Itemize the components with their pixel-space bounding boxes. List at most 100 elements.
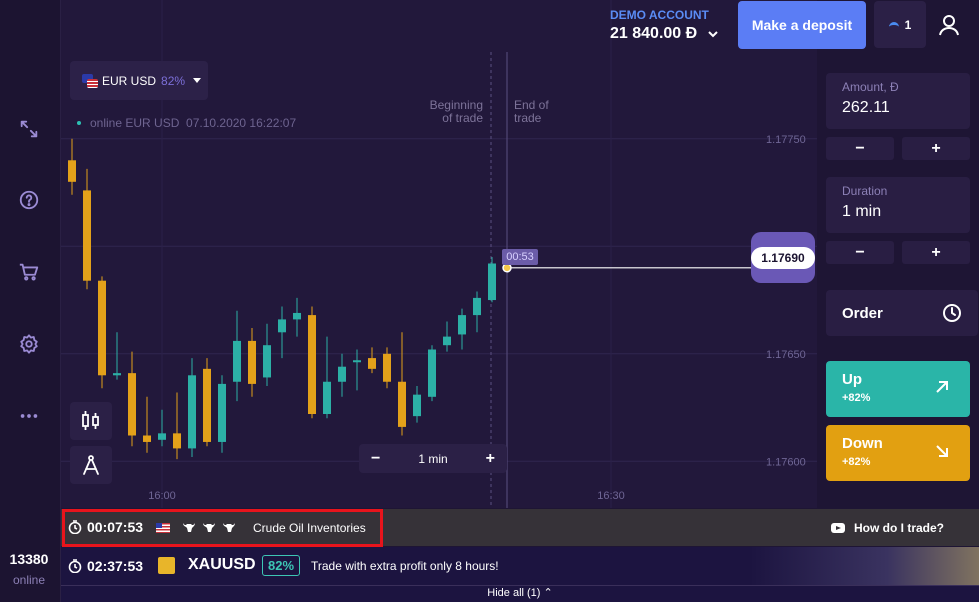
trade-timer-badge: 00:53 (502, 249, 538, 265)
trade-panel: Amount, Đ 262.11 − + Duration 1 min − + … (818, 52, 979, 508)
asset-payout: 82% (161, 73, 186, 88)
candle-body (128, 373, 136, 436)
candle-body (338, 366, 346, 382)
current-price-marker (502, 263, 512, 273)
candle-body (68, 160, 76, 182)
candle-body (173, 433, 181, 449)
x-tick-label: 16:30 (597, 490, 625, 502)
promo-payout: 82% (262, 555, 301, 576)
hide-all-button[interactable]: Hide all (1) ⌃ (61, 585, 979, 602)
user-icon (939, 15, 959, 36)
make-deposit-button[interactable]: Make a deposit (738, 1, 866, 49)
y-tick-label: 1.17600 (766, 456, 806, 468)
down-button[interactable]: Down +82% (826, 425, 970, 481)
candle-body (383, 353, 391, 382)
candle-body (428, 349, 436, 397)
promo-countdown: 02:37:53 (68, 558, 143, 574)
duration-increase-button[interactable]: + (902, 241, 970, 264)
help-icon[interactable] (17, 188, 41, 212)
candle-body (158, 433, 166, 440)
candles-icon (82, 411, 99, 430)
candle-body (218, 383, 226, 442)
candle-body (413, 394, 421, 417)
begin-label-line-2: of trade (442, 111, 483, 125)
chevron-down-icon (193, 78, 202, 83)
y-tick-label: 1.17750 (766, 134, 806, 146)
user-profile-button[interactable] (932, 6, 966, 44)
asset-name: EUR USD (102, 73, 157, 88)
compass-icon (83, 455, 99, 475)
promo-bar[interactable]: 02:37:53 XAUUSD 82% Trade with extra pro… (61, 547, 979, 585)
chevron-down-icon[interactable] (708, 29, 718, 39)
eur-usd-flag-icon (82, 73, 98, 88)
arrow-up-right-icon (936, 381, 948, 393)
candle-body (98, 280, 106, 376)
duration-field[interactable]: Duration 1 min (826, 177, 970, 233)
candle-body (83, 190, 91, 281)
candle-body (188, 375, 196, 449)
amount-decrease-button[interactable]: − (826, 137, 894, 160)
duration-decrease-button[interactable]: − (826, 241, 894, 264)
amount-value[interactable]: 262.11 (842, 99, 954, 117)
gold-bars-icon (158, 557, 175, 574)
account-type-label[interactable]: DEMO ACCOUNT (610, 8, 709, 22)
candle-body (248, 340, 256, 384)
candle-body (293, 312, 301, 320)
candle-body (398, 381, 406, 427)
account-balance[interactable]: 21 840.00 Đ (610, 25, 697, 43)
candle-body (368, 358, 376, 369)
candle-body (443, 336, 451, 346)
how-to-trade-text: How do I trade? (854, 521, 944, 535)
x-tick-label: 16:00 (148, 490, 176, 502)
online-status-text: online EUR USD 07.10.2020 16:22:07 (90, 116, 297, 130)
collapse-arrows-icon[interactable] (17, 117, 41, 141)
candle-body (488, 263, 496, 301)
chevron-up-icon: ⌃ (543, 587, 553, 599)
arrow-down-right-icon (936, 445, 948, 457)
notifications-button[interactable]: 1 (874, 1, 926, 48)
online-label: online (12, 573, 46, 587)
hide-all-label: Hide all (1) (487, 587, 541, 599)
notifications-count: 1 (904, 17, 912, 32)
chart-area[interactable]: 1.177501.177001.176501.1760016:0016:30 E… (61, 0, 817, 508)
notification-icon (888, 22, 899, 27)
timeframe-decrease-button[interactable]: − (371, 450, 380, 468)
end-label-line-2: trade (514, 111, 542, 125)
end-of-trade-label: End of trade (514, 99, 549, 125)
up-button[interactable]: Up +82% (826, 361, 970, 417)
candle-body (143, 435, 151, 442)
promo-countdown-text: 02:37:53 (87, 558, 144, 574)
candle-body (203, 368, 211, 442)
online-dot-icon (77, 121, 81, 125)
cart-icon[interactable] (17, 260, 41, 284)
asset-selector[interactable]: EUR USD 82% (70, 61, 208, 100)
stopwatch-icon (68, 559, 82, 573)
timeframe-control: − 1 min + (359, 444, 507, 473)
sidebar: 13380 online (0, 0, 61, 602)
amount-increase-button[interactable]: + (902, 137, 970, 160)
online-status-line: online EUR USD 07.10.2020 16:22:07 (77, 116, 296, 130)
settings-icon[interactable] (17, 332, 41, 356)
duration-value[interactable]: 1 min (842, 203, 954, 221)
candle-body (308, 315, 316, 414)
candle-body (458, 315, 466, 335)
drawing-tools-button[interactable] (70, 446, 112, 484)
candle-body (233, 340, 241, 382)
candle-body (263, 345, 271, 378)
more-icon[interactable] (17, 404, 41, 428)
amount-label: Amount, Đ (842, 80, 899, 94)
promo-text: Trade with extra profit only 8 hours! (311, 559, 499, 573)
amount-field[interactable]: Amount, Đ 262.11 (826, 73, 970, 129)
timeframe-increase-button[interactable]: + (486, 450, 495, 468)
candle-body (278, 319, 286, 333)
youtube-icon (831, 523, 845, 533)
duration-label: Duration (842, 184, 888, 198)
chart-type-button[interactable] (70, 402, 112, 440)
clock-icon (943, 304, 961, 322)
beginning-of-trade-label: Beginning of trade (415, 99, 483, 125)
order-label: Order (842, 304, 883, 322)
y-tick-label: 1.17650 (766, 349, 806, 361)
order-button[interactable]: Order (826, 290, 978, 336)
timeframe-value: 1 min (418, 451, 448, 466)
how-to-trade-link[interactable]: How do I trade? (831, 521, 944, 535)
